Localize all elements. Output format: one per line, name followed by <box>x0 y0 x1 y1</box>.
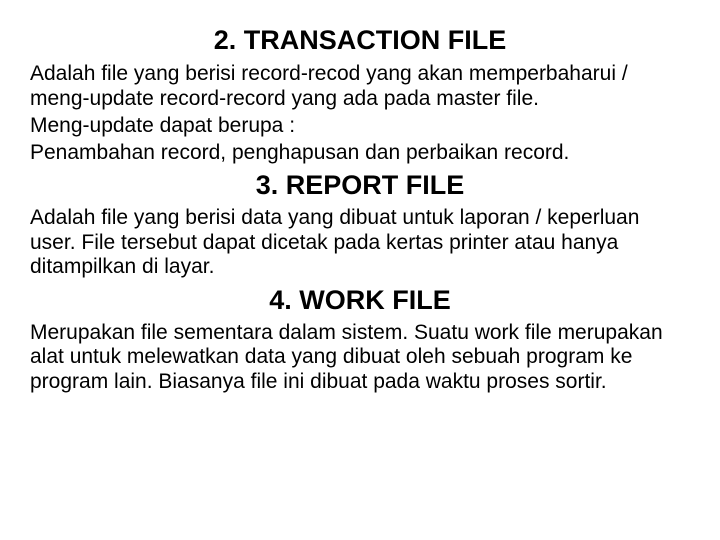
section-work-file: Merupakan file sementara dalam sistem. S… <box>30 321 690 395</box>
paragraph: Meng-update dapat berupa : <box>30 114 690 139</box>
paragraph: Merupakan file sementara dalam sistem. S… <box>30 321 690 395</box>
paragraph: Adalah file yang berisi data yang dibuat… <box>30 206 690 280</box>
paragraph: Adalah file yang berisi record-recod yan… <box>30 62 690 112</box>
heading-transaction-file: 2. TRANSACTION FILE <box>30 24 690 56</box>
section-transaction-file: Adalah file yang berisi record-recod yan… <box>30 62 690 165</box>
document-page: 2. TRANSACTION FILE Adalah file yang ber… <box>0 0 720 419</box>
heading-work-file: 4. WORK FILE <box>30 284 690 316</box>
paragraph: Penambahan record, penghapusan dan perba… <box>30 141 690 166</box>
section-report-file: Adalah file yang berisi data yang dibuat… <box>30 206 690 280</box>
heading-report-file: 3. REPORT FILE <box>30 169 690 201</box>
